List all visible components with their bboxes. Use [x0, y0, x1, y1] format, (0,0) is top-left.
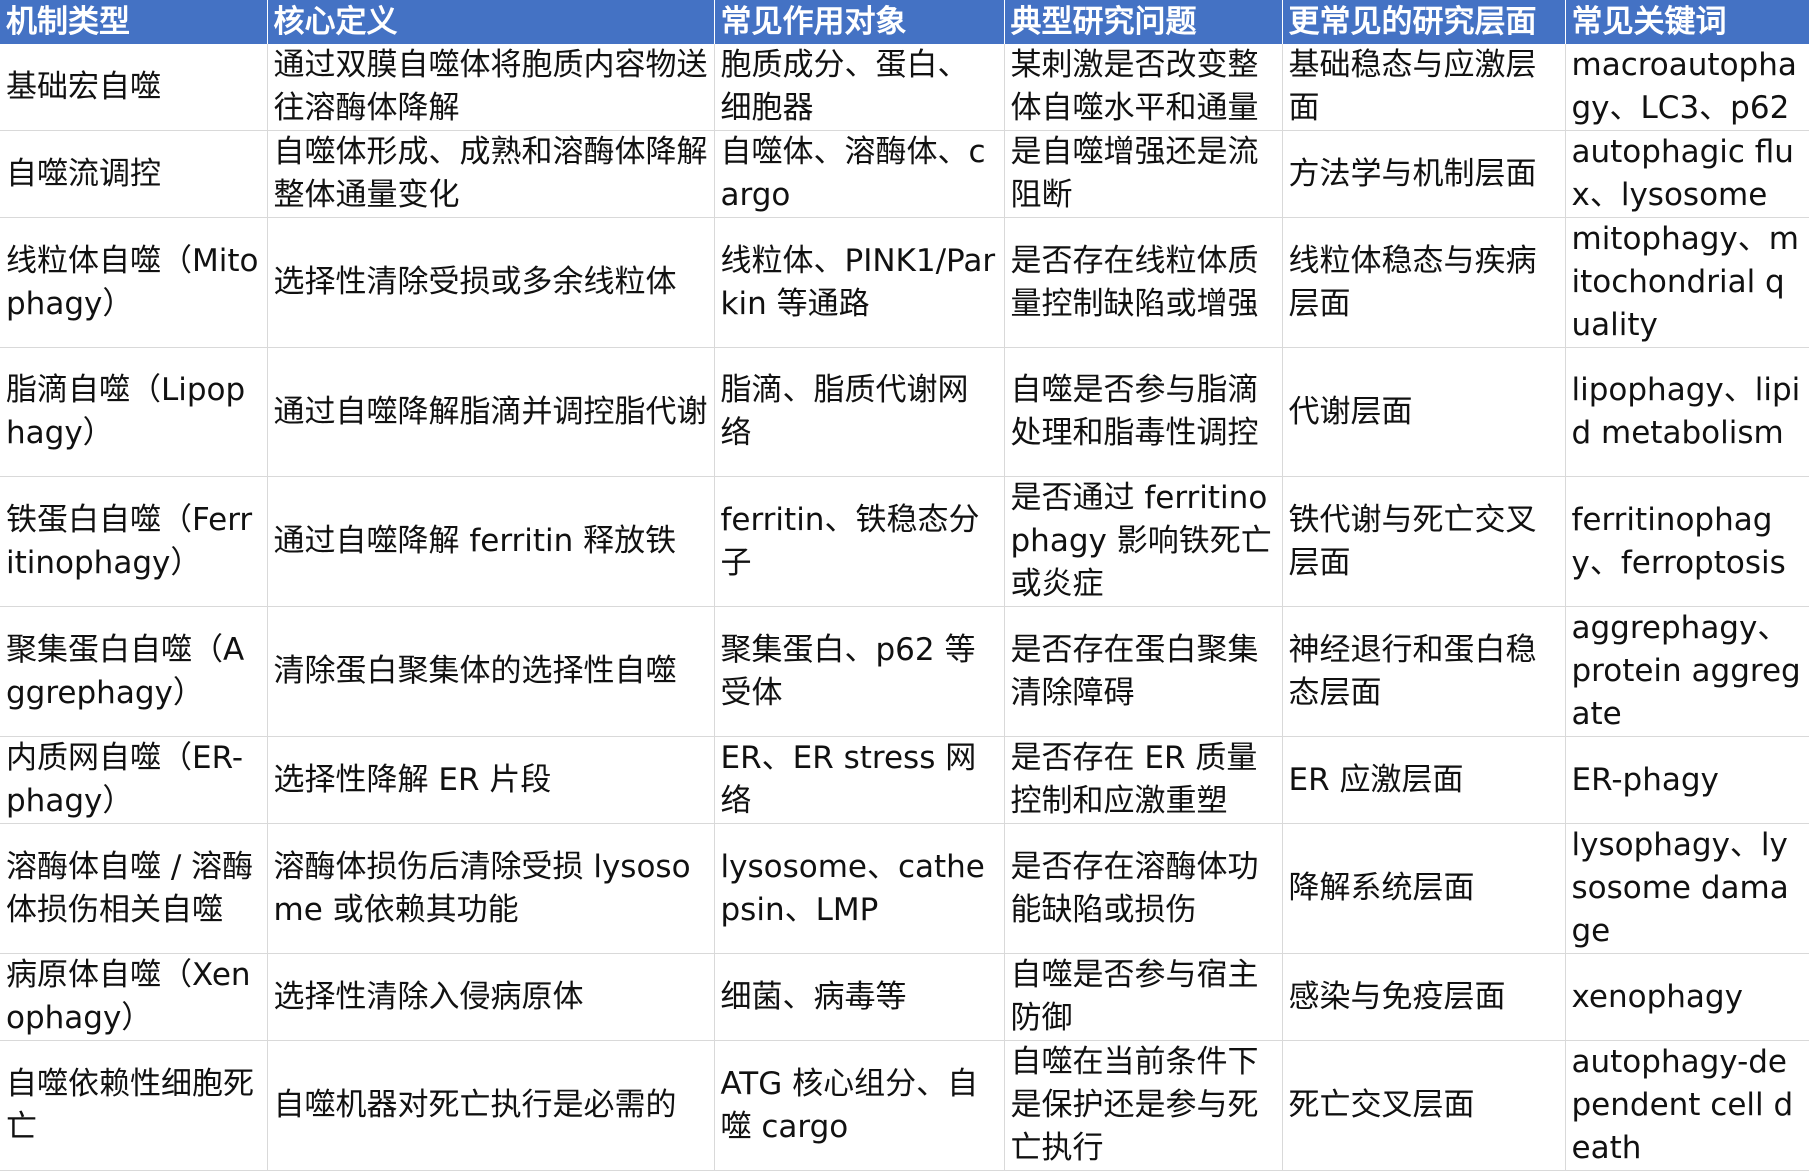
- typical-question-cell: 是否存在线粒体质量控制缺陷或增强: [1004, 217, 1283, 348]
- table-body: 基础宏自噬 通过双膜自噬体将胞质内容物送往溶酶体降解 胞质成分、蛋白、细胞器 某刺激是…: [0, 44, 1809, 1171]
- common-targets-cell: ER、ER stress 网络: [714, 736, 1005, 824]
- core-definition-cell: 通过自噬降解 ferritin 释放铁: [267, 476, 715, 607]
- typical-question-cell: 是否通过 ferritinophagy 影响铁死亡或炎症: [1004, 476, 1283, 607]
- common-targets-cell: lysosome、cathepsin、LMP: [714, 823, 1005, 954]
- table-row: 脂滴自噬（Lipophagy） 通过自噬降解脂滴并调控脂代谢 脂滴、脂质代谢网络 自噬…: [0, 347, 1809, 477]
- typical-question-cell: 是否存在溶酶体功能缺陷或损伤: [1004, 823, 1283, 954]
- research-level-cell: 线粒体稳态与疾病层面: [1282, 217, 1566, 348]
- core-definition-cell: 自噬体形成、成熟和溶酶体降解整体通量变化: [267, 130, 715, 218]
- common-targets-cell: 线粒体、PINK1/Parkin 等通路: [714, 217, 1005, 348]
- research-level-cell: 神经退行和蛋白稳态层面: [1282, 606, 1566, 737]
- table-row: 自噬流调控 自噬体形成、成熟和溶酶体降解整体通量变化 自噬体、溶酶体、cargo 是自…: [0, 130, 1809, 218]
- typical-question-cell: 自噬是否参与脂滴处理和脂毒性调控: [1004, 347, 1283, 477]
- core-definition-cell: 选择性清除受损或多余线粒体: [267, 217, 715, 348]
- table-row: 溶酶体自噬 / 溶酶体损伤相关自噬 溶酶体损伤后清除受损 lysosome 或依赖…: [0, 823, 1809, 954]
- common-targets-cell: 细菌、病毒等: [714, 953, 1005, 1041]
- keywords-cell: ER-phagy: [1565, 736, 1809, 824]
- table-row: 铁蛋白自噬（Ferritinophagy） 通过自噬降解 ferritin 释放铁…: [0, 476, 1809, 607]
- typical-question-cell: 自噬在当前条件下是保护还是参与死亡执行: [1004, 1040, 1283, 1171]
- mechanism-type-cell: 自噬依赖性细胞死亡: [0, 1040, 268, 1171]
- typical-question-cell: 是自噬增强还是流阻断: [1004, 130, 1283, 218]
- keywords-cell: autophagic flux、lysosome: [1565, 130, 1809, 218]
- header-row: 机制类型 核心定义 常见作用对象 典型研究问题 更常见的研究层面 常见关键词: [0, 0, 1809, 44]
- research-level-cell: 铁代谢与死亡交叉层面: [1282, 476, 1566, 607]
- header-keywords: 常见关键词: [1565, 0, 1809, 44]
- header-research-level: 更常见的研究层面: [1282, 0, 1566, 44]
- core-definition-cell: 选择性降解 ER 片段: [267, 736, 715, 824]
- common-targets-cell: 聚集蛋白、p62 等受体: [714, 606, 1005, 737]
- mechanism-type-cell: 铁蛋白自噬（Ferritinophagy）: [0, 476, 268, 607]
- typical-question-cell: 某刺激是否改变整体自噬水平和通量: [1004, 44, 1283, 131]
- keywords-cell: autophagy-dependent cell death: [1565, 1040, 1809, 1171]
- research-level-cell: 感染与免疫层面: [1282, 953, 1566, 1041]
- research-level-cell: 死亡交叉层面: [1282, 1040, 1566, 1171]
- header-typical-questions: 典型研究问题: [1004, 0, 1283, 44]
- table-row: 聚集蛋白自噬（Aggrephagy） 清除蛋白聚集体的选择性自噬 聚集蛋白、p62 …: [0, 606, 1809, 737]
- keywords-cell: xenophagy: [1565, 953, 1809, 1041]
- keywords-cell: lipophagy、lipid metabolism: [1565, 347, 1809, 477]
- core-definition-cell: 溶酶体损伤后清除受损 lysosome 或依赖其功能: [267, 823, 715, 954]
- table-row: 病原体自噬（Xenophagy） 选择性清除入侵病原体 细菌、病毒等 自噬是否参与宿主…: [0, 953, 1809, 1041]
- mechanism-type-cell: 病原体自噬（Xenophagy）: [0, 953, 268, 1041]
- mechanism-type-cell: 溶酶体自噬 / 溶酶体损伤相关自噬: [0, 823, 268, 954]
- research-level-cell: 降解系统层面: [1282, 823, 1566, 954]
- mechanism-type-cell: 线粒体自噬（Mitophagy）: [0, 217, 268, 348]
- keywords-cell: lysophagy、lysosome damage: [1565, 823, 1809, 954]
- common-targets-cell: 自噬体、溶酶体、cargo: [714, 130, 1005, 218]
- keywords-cell: mitophagy、mitochondrial quality: [1565, 217, 1809, 348]
- research-level-cell: 基础稳态与应激层面: [1282, 44, 1566, 131]
- header-mechanism-type: 机制类型: [0, 0, 268, 44]
- core-definition-cell: 选择性清除入侵病原体: [267, 953, 715, 1041]
- autophagy-mechanism-table: 机制类型 核心定义 常见作用对象 典型研究问题 更常见的研究层面 常见关键词 基…: [0, 0, 1809, 1171]
- common-targets-cell: ATG 核心组分、自噬 cargo: [714, 1040, 1005, 1171]
- table-row: 基础宏自噬 通过双膜自噬体将胞质内容物送往溶酶体降解 胞质成分、蛋白、细胞器 某刺激是…: [0, 44, 1809, 131]
- typical-question-cell: 是否存在 ER 质量控制和应激重塑: [1004, 736, 1283, 824]
- typical-question-cell: 是否存在蛋白聚集清除障碍: [1004, 606, 1283, 737]
- keywords-cell: ferritinophagy、ferroptosis: [1565, 476, 1809, 607]
- keywords-cell: macroautophagy、LC3、p62: [1565, 44, 1809, 131]
- research-level-cell: 代谢层面: [1282, 347, 1566, 477]
- research-level-cell: ER 应激层面: [1282, 736, 1566, 824]
- header-core-definition: 核心定义: [267, 0, 715, 44]
- common-targets-cell: 脂滴、脂质代谢网络: [714, 347, 1005, 477]
- header-common-targets: 常见作用对象: [714, 0, 1005, 44]
- research-level-cell: 方法学与机制层面: [1282, 130, 1566, 218]
- core-definition-cell: 通过自噬降解脂滴并调控脂代谢: [267, 347, 715, 477]
- core-definition-cell: 通过双膜自噬体将胞质内容物送往溶酶体降解: [267, 44, 715, 131]
- table-row: 线粒体自噬（Mitophagy） 选择性清除受损或多余线粒体 线粒体、PINK1/P…: [0, 217, 1809, 348]
- mechanism-type-cell: 聚集蛋白自噬（Aggrephagy）: [0, 606, 268, 737]
- mechanism-type-cell: 自噬流调控: [0, 130, 268, 218]
- table-row: 自噬依赖性细胞死亡 自噬机器对死亡执行是必需的 ATG 核心组分、自噬 cargo 自…: [0, 1040, 1809, 1171]
- mechanism-type-cell: 基础宏自噬: [0, 44, 268, 131]
- typical-question-cell: 自噬是否参与宿主防御: [1004, 953, 1283, 1041]
- table-header: 机制类型 核心定义 常见作用对象 典型研究问题 更常见的研究层面 常见关键词: [0, 0, 1809, 44]
- core-definition-cell: 自噬机器对死亡执行是必需的: [267, 1040, 715, 1171]
- mechanism-type-cell: 内质网自噬（ER-phagy）: [0, 736, 268, 824]
- table-row: 内质网自噬（ER-phagy） 选择性降解 ER 片段 ER、ER stress 网…: [0, 736, 1809, 824]
- core-definition-cell: 清除蛋白聚集体的选择性自噬: [267, 606, 715, 737]
- keywords-cell: aggrephagy、protein aggregate: [1565, 606, 1809, 737]
- common-targets-cell: ferritin、铁稳态分子: [714, 476, 1005, 607]
- mechanism-type-cell: 脂滴自噬（Lipophagy）: [0, 347, 268, 477]
- common-targets-cell: 胞质成分、蛋白、细胞器: [714, 44, 1005, 131]
